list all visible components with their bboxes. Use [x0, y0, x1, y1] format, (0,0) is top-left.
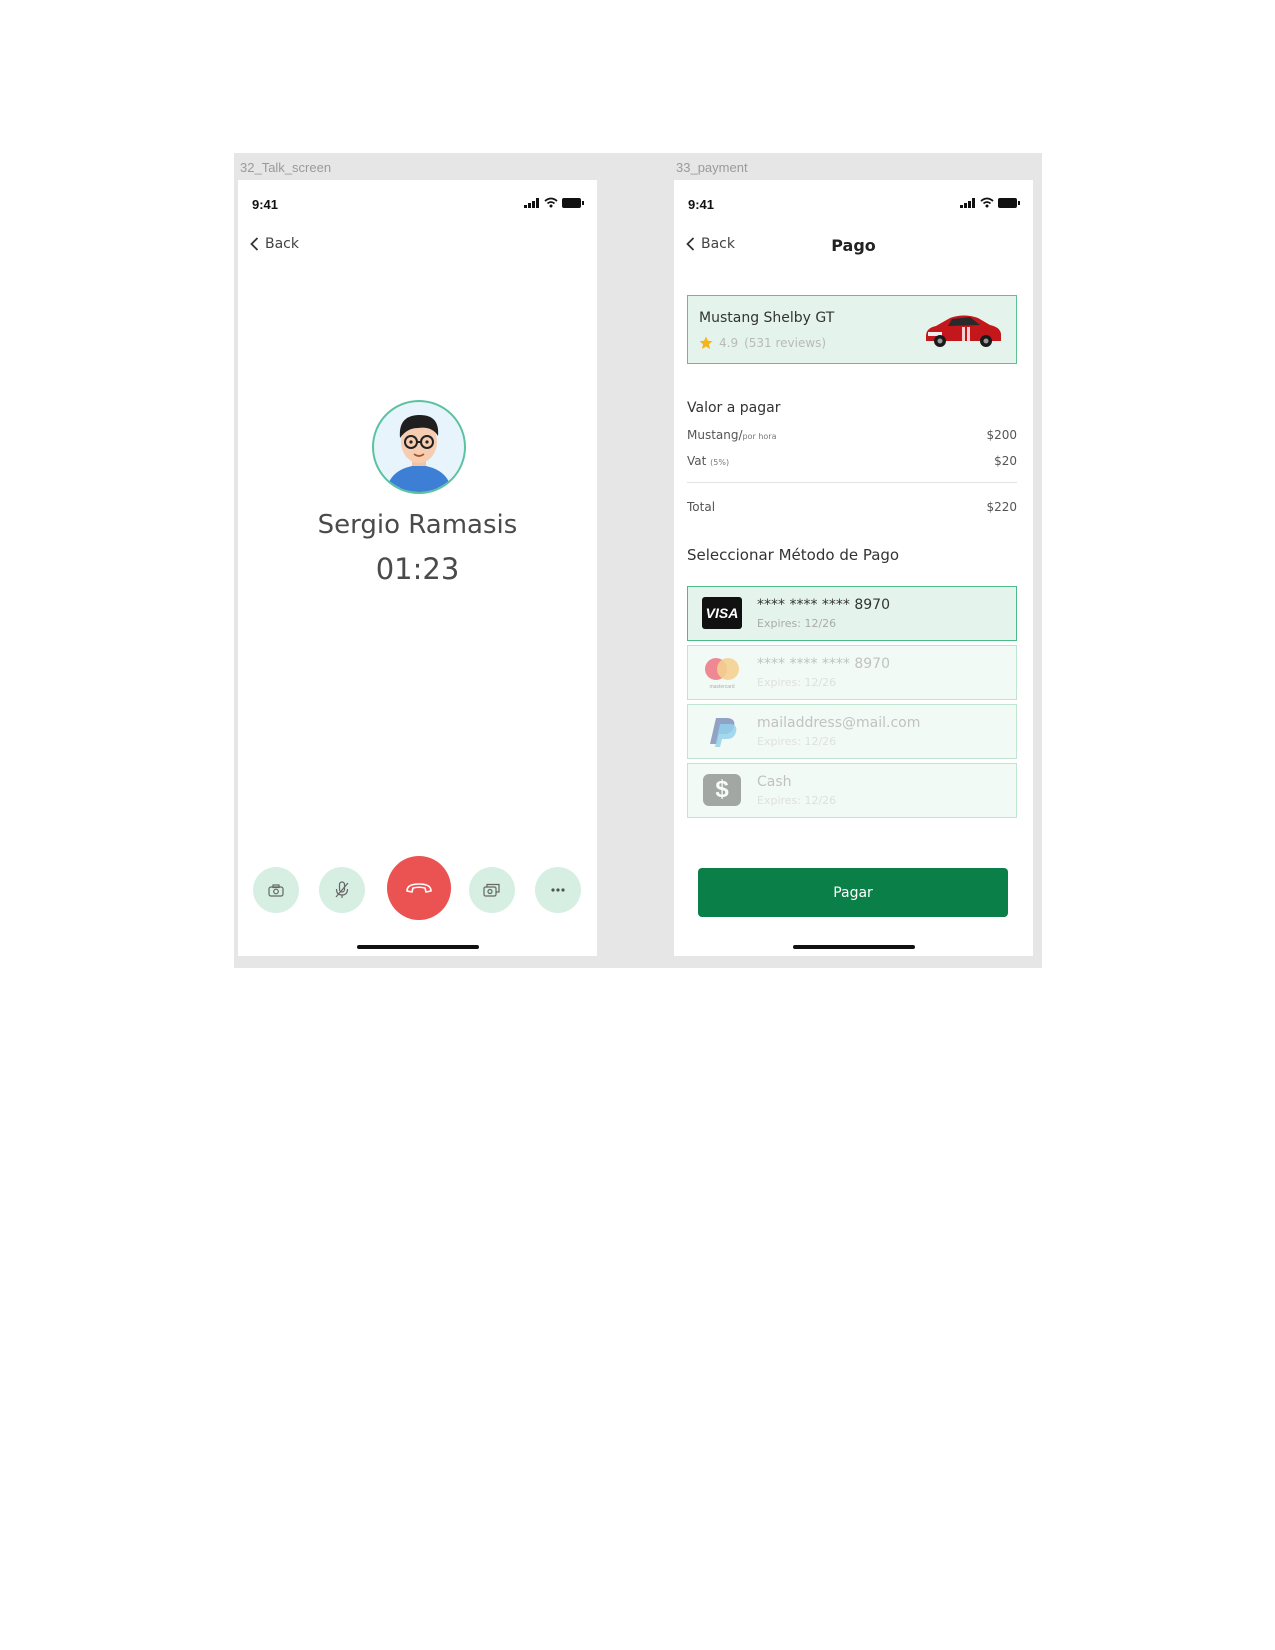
- summary-row-rental: Mustang/por hora $200: [687, 428, 1017, 442]
- payment-method-paypal[interactable]: mailaddress@mail.com Expires: 12/26: [687, 704, 1017, 759]
- visa-logo: VISA: [701, 595, 743, 631]
- avatar-illustration: [386, 414, 452, 492]
- total-label: Total: [687, 500, 716, 514]
- page-title: Pago: [831, 236, 876, 255]
- vat-unit: (5%): [710, 458, 730, 467]
- car-image: [926, 315, 1001, 347]
- battery-icon: [998, 197, 1020, 208]
- back-button[interactable]: Back: [250, 236, 299, 252]
- back-label: Back: [265, 236, 299, 252]
- mute-mic-icon: [335, 881, 349, 898]
- end-call-button[interactable]: [387, 856, 451, 920]
- payment-method-visa[interactable]: VISA **** **** **** 8970 Expires: 12/26: [687, 586, 1017, 641]
- visa-logo-text: VISA: [702, 597, 742, 629]
- cash-icon: $: [701, 772, 743, 808]
- pay-button[interactable]: Pagar: [698, 868, 1008, 917]
- divider: [687, 482, 1017, 483]
- call-timer: 01:23: [375, 552, 460, 586]
- battery-icon: [562, 197, 584, 208]
- rental-value: $200: [986, 428, 1017, 442]
- status-time: 9:41: [688, 197, 715, 212]
- summary-title: Valor a pagar: [687, 400, 781, 416]
- wifi-icon: [980, 197, 994, 208]
- method-sub: Expires: 12/26: [757, 735, 837, 748]
- more-icon: [551, 888, 565, 892]
- rental-unit: por hora: [742, 432, 777, 441]
- payment-method-mastercard[interactable]: mastercard **** **** **** 8970 Expires: …: [687, 645, 1017, 700]
- rating-value: 4.9: [719, 336, 739, 350]
- signal-icon: [960, 197, 975, 208]
- status-time: 9:41: [252, 197, 279, 212]
- frame-label-talk: 32_Talk_screen: [240, 160, 332, 175]
- wifi-icon: [544, 197, 558, 208]
- talk-screen: 9:41 Back Sergio Ramasis 01:23: [238, 180, 597, 956]
- method-main: mailaddress@mail.com: [757, 715, 921, 731]
- mute-button[interactable]: [319, 867, 365, 913]
- home-indicator: [356, 945, 479, 949]
- mastercard-logo: mastercard: [701, 654, 743, 690]
- car-rating: 4.9 (531 reviews): [699, 336, 826, 350]
- canvas-board: 32_Talk_screen 9:41 Back Sergio Ramasis …: [234, 153, 1042, 968]
- mastercard-icon: mastercard: [705, 658, 739, 690]
- caller-name: Sergio Ramasis: [317, 510, 518, 540]
- method-main: **** **** **** 8970: [757, 597, 890, 613]
- mastercard-wordmark: mastercard: [709, 684, 734, 690]
- method-main: Cash: [757, 774, 792, 790]
- method-sub: Expires: 12/26: [757, 617, 837, 630]
- vat-label: Vat: [687, 454, 707, 468]
- frame-label-payment: 33_payment: [676, 160, 748, 175]
- status-icons: [960, 197, 1020, 208]
- methods-title: Seleccionar Método de Pago: [687, 546, 900, 564]
- total-value: $220: [986, 500, 1017, 514]
- signal-icon: [524, 197, 539, 208]
- car-name: Mustang Shelby GT: [699, 310, 835, 326]
- method-sub: Expires: 12/26: [757, 676, 837, 689]
- summary-row-total: Total $220: [687, 500, 1017, 514]
- method-sub: Expires: 12/26: [757, 794, 837, 807]
- switch-camera-button[interactable]: [469, 867, 515, 913]
- payment-method-cash[interactable]: $ Cash Expires: 12/26: [687, 763, 1017, 818]
- vat-value: $20: [994, 454, 1017, 468]
- end-call-icon: [406, 883, 432, 893]
- more-options-button[interactable]: [535, 867, 581, 913]
- rental-label: Mustang/: [687, 428, 743, 442]
- avatar: [372, 400, 466, 494]
- review-count: (531 reviews): [744, 336, 827, 350]
- camera-button[interactable]: [253, 867, 299, 913]
- home-indicator: [792, 945, 915, 949]
- chevron-left-icon: [250, 237, 259, 251]
- status-icons: [524, 197, 584, 208]
- summary-row-vat: Vat (5%) $20: [687, 454, 1017, 468]
- car-card[interactable]: Mustang Shelby GT 4.9 (531 reviews): [687, 295, 1017, 364]
- payment-screen: 9:41 Back Pago Mustang Shelby GT 4.9 (53…: [674, 180, 1033, 956]
- star-icon: [699, 336, 713, 349]
- paypal-icon: [701, 713, 743, 749]
- switch-camera-icon: [482, 883, 500, 897]
- camera-icon: [268, 883, 284, 897]
- method-main: **** **** **** 8970: [757, 656, 890, 672]
